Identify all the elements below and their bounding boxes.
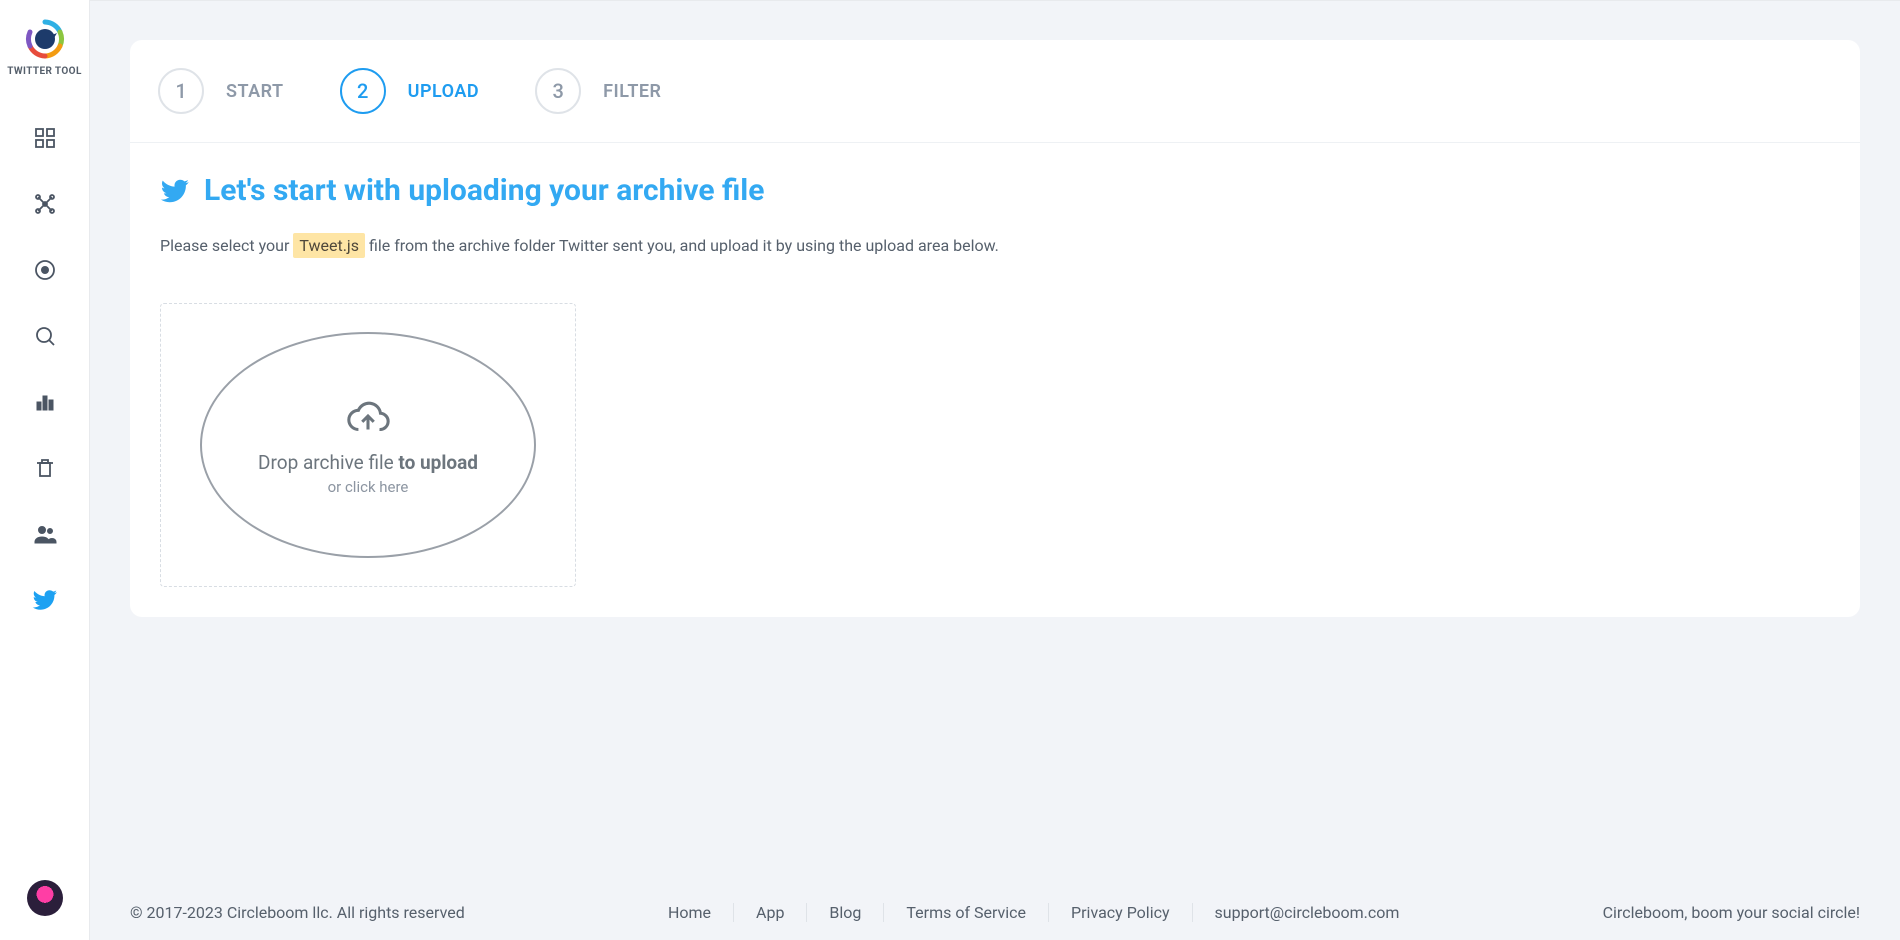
- footer-link-home[interactable]: Home: [646, 903, 734, 922]
- filename-highlight: Tweet.js: [293, 233, 365, 258]
- nav-dashboard[interactable]: [22, 115, 68, 161]
- network-icon: [33, 192, 57, 216]
- nav-trash[interactable]: [22, 445, 68, 491]
- target-icon: [33, 258, 57, 282]
- desc-after: file from the archive folder Twitter sen…: [365, 236, 999, 255]
- dashboard-icon: [33, 126, 57, 150]
- dropzone-line2: or click here: [328, 478, 409, 496]
- footer-link-tos[interactable]: Terms of Service: [884, 903, 1049, 922]
- wizard-content: Let's start with uploading your archive …: [130, 143, 1860, 617]
- page-title-text: Let's start with uploading your archive …: [204, 173, 764, 208]
- footer-link-blog[interactable]: Blog: [807, 903, 884, 922]
- footer-links: Home App Blog Terms of Service Privacy P…: [646, 903, 1421, 922]
- nav-people[interactable]: [22, 511, 68, 557]
- brand-name: TWITTER TOOL: [7, 66, 82, 77]
- brand-logo[interactable]: TWITTER TOOL: [7, 18, 82, 77]
- twitter-icon: [32, 587, 58, 613]
- footer-link-privacy[interactable]: Privacy Policy: [1049, 903, 1193, 922]
- cloud-upload-icon: [345, 395, 391, 441]
- dropzone-container: Drop archive file to upload or click her…: [160, 303, 576, 587]
- step-number: 1: [158, 68, 204, 114]
- footer-tagline: Circleboom, boom your social circle!: [1603, 903, 1860, 922]
- nav-search[interactable]: [22, 313, 68, 359]
- page-title: Let's start with uploading your archive …: [160, 173, 1830, 208]
- step-number: 3: [535, 68, 581, 114]
- search-icon: [33, 324, 57, 348]
- step-filter[interactable]: 3 FILTER: [535, 68, 661, 114]
- nav-analytics[interactable]: [22, 379, 68, 425]
- trash-icon: [33, 456, 57, 480]
- step-upload[interactable]: 2 UPLOAD: [340, 68, 480, 114]
- footer-link-app[interactable]: App: [734, 903, 807, 922]
- dropzone-text-b: to upload: [398, 451, 478, 474]
- step-label: FILTER: [603, 81, 661, 102]
- step-number: 2: [340, 68, 386, 114]
- main: 1 START 2 UPLOAD 3 FILTER Let's start wi…: [90, 0, 1900, 940]
- footer: © 2017-2023 Circleboom llc. All rights r…: [130, 903, 1860, 922]
- page-description: Please select your Tweet.js file from th…: [160, 236, 1830, 255]
- twitter-icon: [160, 176, 190, 206]
- step-label: START: [226, 81, 284, 102]
- nav-target[interactable]: [22, 247, 68, 293]
- people-icon: [33, 522, 57, 546]
- wizard-steps: 1 START 2 UPLOAD 3 FILTER: [130, 40, 1860, 143]
- chart-icon: [33, 390, 57, 414]
- copyright: © 2017-2023 Circleboom llc. All rights r…: [130, 903, 465, 922]
- footer-link-support[interactable]: support@circleboom.com: [1193, 903, 1422, 922]
- sidebar: TWITTER TOOL: [0, 0, 90, 940]
- upload-dropzone[interactable]: Drop archive file to upload or click her…: [200, 332, 536, 558]
- desc-before: Please select your: [160, 236, 293, 255]
- user-avatar[interactable]: [27, 880, 63, 916]
- nav-network[interactable]: [22, 181, 68, 227]
- step-label: UPLOAD: [408, 81, 480, 102]
- wizard-card: 1 START 2 UPLOAD 3 FILTER Let's start wi…: [130, 40, 1860, 617]
- step-start[interactable]: 1 START: [158, 68, 284, 114]
- dropzone-line1: Drop archive file to upload: [258, 451, 478, 474]
- logo-icon: [24, 18, 66, 60]
- dropzone-text-a: Drop archive file: [258, 451, 398, 474]
- nav-twitter[interactable]: [22, 577, 68, 623]
